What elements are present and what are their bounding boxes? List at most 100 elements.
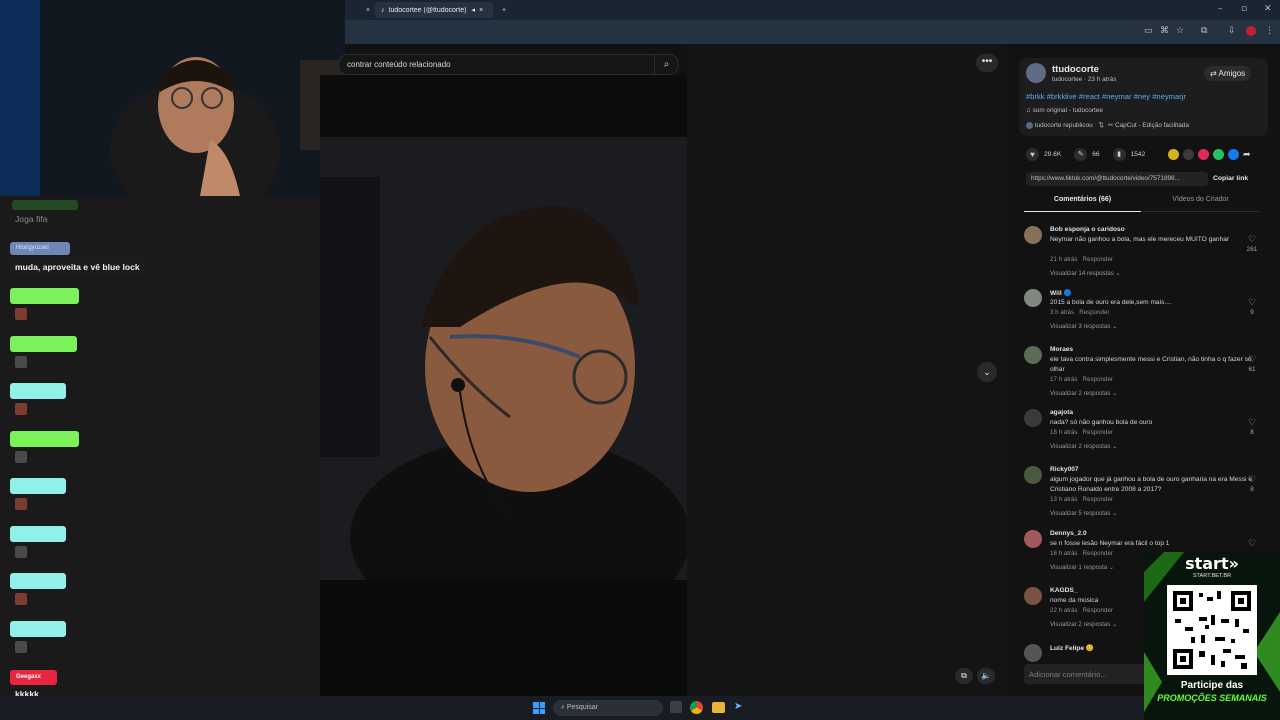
comment-text: 2015 a bola de ouro era dele,sem mais...… (1050, 299, 1172, 306)
chat-emote (15, 308, 27, 320)
author-avatar[interactable] (1026, 63, 1046, 83)
chrome-icon[interactable] (690, 701, 703, 714)
comment-like-count: 9 (1250, 309, 1254, 316)
tab-tiktok[interactable]: ♪ tudocortee (@ttudocorte) | ◂ × (375, 2, 493, 18)
tab-creator-videos[interactable]: Vídeos do Criador (1142, 196, 1259, 212)
close-icon[interactable]: × (479, 7, 483, 14)
view-replies-link[interactable]: Visualizar 14 respostas ⌄ (1050, 270, 1121, 277)
bookmark-star-icon[interactable]: ☆ (1176, 26, 1184, 36)
add-comment-input[interactable]: Adicionar comentário... (1024, 664, 1154, 684)
comment-meta[interactable]: 17 h atrás Responder (1050, 376, 1113, 383)
comment-avatar[interactable] (1024, 409, 1042, 427)
comment-author[interactable]: Ricky007 (1050, 466, 1079, 473)
sponsor-ad[interactable]: start» START.BET.BR Participe das PROMOÇ… (1144, 552, 1280, 720)
window-close-icon[interactable]: ✕ (1264, 4, 1272, 14)
chat-emote (15, 356, 27, 368)
player-side-area: ••• ⌄ ⧉ 🔈 (687, 44, 1007, 696)
comment-author[interactable]: Dennys_2.0 (1050, 530, 1087, 537)
friends-button[interactable]: ⇄ Amigos (1204, 66, 1252, 81)
chat-username-pill (10, 478, 66, 494)
comment-meta[interactable]: 22 h atrás Responder (1050, 607, 1113, 614)
comment-like-icon[interactable]: ♡ (1248, 297, 1256, 308)
comment-meta[interactable]: 3 h atrás Responder (1050, 309, 1110, 316)
comment-text: ele tava contra simplesmente messi e Cri… (1050, 356, 1252, 373)
comment-author[interactable]: agajota (1050, 409, 1073, 416)
comment-avatar[interactable] (1024, 289, 1042, 307)
embed-icon[interactable] (1183, 149, 1194, 160)
close-icon[interactable]: × (366, 7, 370, 14)
speaker-icon[interactable]: ◂ (472, 6, 476, 14)
cast-icon[interactable]: ▭ (1144, 26, 1153, 36)
comment-like-icon[interactable]: ♡ (1248, 538, 1256, 549)
comment-meta[interactable]: 21 h atrás Responder (1050, 256, 1113, 263)
menu-icon[interactable]: ⋮ (1265, 26, 1274, 36)
view-replies-link[interactable]: Visualizar 3 respostas ⌄ (1050, 323, 1117, 330)
whatsapp-icon[interactable] (1213, 149, 1224, 160)
more-options-icon[interactable]: ••• (976, 54, 998, 72)
comment-like-count: 8 (1250, 486, 1254, 493)
profile-avatar[interactable] (1246, 26, 1256, 36)
file-explorer-icon[interactable] (712, 702, 725, 713)
comment-author[interactable]: Will 🔵 (1050, 289, 1072, 297)
view-replies-link[interactable]: Visualizar 2 respostas ⌄ (1050, 443, 1117, 450)
search-input[interactable]: contrar conteúdo relacionado ⌕ (338, 54, 679, 75)
comment-meta[interactable]: 13 h atrás Responder (1050, 496, 1113, 503)
view-replies-link[interactable]: Visualizar 1 resposta ⌄ (1050, 564, 1114, 571)
capcut-icon: ✂ (1107, 122, 1115, 129)
comment-avatar[interactable] (1024, 587, 1042, 605)
bookmark-icon[interactable]: ▮ (1112, 148, 1126, 161)
comment-author[interactable]: Moraes (1050, 346, 1073, 353)
share-gold-icon[interactable] (1168, 149, 1179, 160)
comment-like-icon[interactable]: ♡ (1248, 474, 1256, 485)
extensions-icon[interactable]: ⧉ (1201, 26, 1207, 36)
comment-avatar[interactable] (1024, 346, 1042, 364)
new-tab-button[interactable]: + (496, 2, 512, 18)
telegram-icon[interactable]: ➤ (734, 701, 742, 712)
comment-avatar[interactable] (1024, 466, 1042, 484)
copy-link-button[interactable]: Copiar link (1213, 175, 1248, 182)
floating-player-icon[interactable]: ⧉ (955, 668, 973, 684)
comment-like-icon[interactable]: ♡ (1248, 417, 1256, 428)
translate-icon[interactable]: ⌘ (1160, 26, 1169, 36)
view-replies-link[interactable]: Visualizar 2 respostas ⌄ (1050, 390, 1117, 397)
author-name[interactable]: ttudocorte (1052, 64, 1099, 75)
volume-icon[interactable]: 🔈 (977, 668, 995, 684)
heart-icon[interactable]: ♥ (1026, 148, 1039, 161)
comment-avatar[interactable] (1024, 226, 1042, 244)
comment-like-icon[interactable]: ♡ (1248, 354, 1256, 365)
video-letterbox-bottom (320, 580, 687, 696)
send-icon[interactable] (1198, 149, 1209, 160)
chevron-down-icon[interactable]: ⌄ (977, 362, 997, 382)
search-icon[interactable]: ⌕ (654, 55, 678, 74)
taskbar-search[interactable]: ⌕ Pesquisar (553, 700, 663, 716)
comment-like-count: 61 (1248, 366, 1256, 373)
share-arrow-icon[interactable]: ➦ (1243, 149, 1251, 160)
comment-text: se n fosse lesão Neymar era fácil o top … (1050, 540, 1170, 547)
downloads-icon[interactable]: ⇩ (1228, 26, 1236, 36)
comment-meta[interactable]: 16 h atrás Responder (1050, 550, 1113, 557)
task-view-icon[interactable] (670, 701, 682, 713)
minimize-icon[interactable]: – (1218, 4, 1223, 14)
hashtags[interactable]: #brkk #brkklive #react #neymar #ney #ney… (1026, 92, 1186, 101)
facebook-icon[interactable] (1228, 149, 1239, 160)
sound-link[interactable]: som original - tudocortee (1033, 107, 1103, 114)
comment-author[interactable]: KAGDS_ (1050, 587, 1077, 594)
tab-previous-close[interactable]: × (360, 2, 376, 18)
video-player[interactable] (320, 137, 687, 580)
video-link-field[interactable]: https://www.tiktok.com/@ttudocorte/video… (1026, 172, 1208, 186)
view-replies-link[interactable]: Visualizar 2 respostas ⌄ (1050, 621, 1117, 628)
view-replies-link[interactable]: Visualizar 5 respostas ⌄ (1050, 510, 1117, 517)
comment-avatar[interactable] (1024, 530, 1042, 548)
chat-username-pill (10, 336, 77, 352)
comment-avatar[interactable] (1024, 644, 1042, 662)
comment-author[interactable]: Luiz Felipe 😊 (1050, 644, 1094, 652)
comment-like-icon[interactable]: ♡ (1248, 234, 1256, 245)
comment-author[interactable]: Bob esponja o caridoso (1050, 226, 1125, 233)
windows-start-icon[interactable] (533, 702, 545, 714)
comment-icon[interactable]: ✎ (1074, 148, 1088, 161)
comment-meta[interactable]: 18 h atrás Responder (1050, 429, 1113, 436)
maximize-icon[interactable]: ▫ (1241, 4, 1247, 14)
capcut-link[interactable]: CapCut - Edição facilitada (1115, 122, 1189, 129)
qr-code[interactable] (1167, 585, 1257, 675)
tab-comments[interactable]: Comentários (66) (1024, 196, 1141, 212)
